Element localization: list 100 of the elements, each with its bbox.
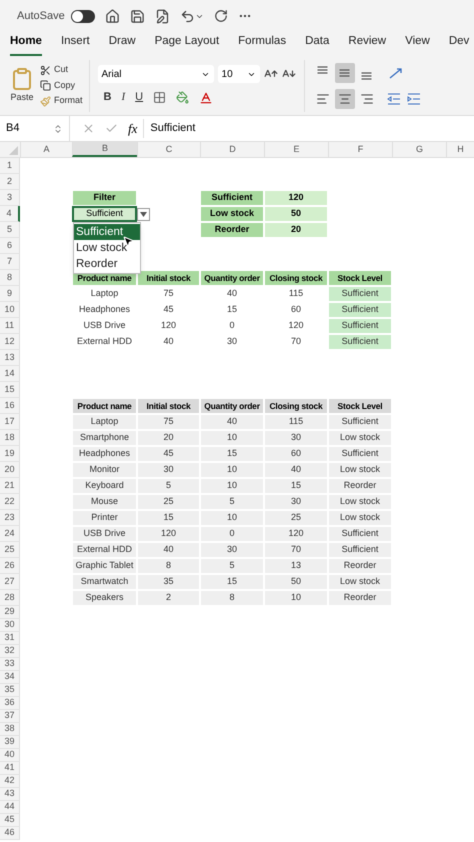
font-size-field[interactable]: 10 [218, 65, 260, 84]
column-header[interactable]: B [72, 142, 137, 157]
table-cell: Printer [72, 510, 137, 526]
column-header[interactable]: D [200, 142, 264, 157]
row-header[interactable]: 15 [0, 382, 20, 398]
row-header[interactable]: 26 [0, 558, 20, 574]
column-header[interactable]: H [446, 142, 474, 157]
column-header[interactable]: E [264, 142, 328, 157]
row-header[interactable]: 27 [0, 574, 20, 590]
row-header[interactable]: 17 [0, 414, 20, 430]
row-header[interactable]: 32 [0, 645, 20, 658]
row-header[interactable]: 31 [0, 632, 20, 645]
name-box[interactable]: B4 [0, 116, 70, 141]
row-header[interactable]: 21 [0, 478, 20, 494]
paste-button[interactable]: Paste [10, 66, 34, 104]
row-header[interactable]: 2 [0, 174, 20, 190]
increase-indent-icon[interactable] [406, 92, 421, 104]
fill-color-icon[interactable] [176, 91, 190, 104]
font-name-field[interactable]: Arial [98, 65, 214, 84]
row-header[interactable]: 41 [0, 762, 20, 775]
save-as-icon[interactable] [154, 8, 170, 24]
format-painter-button[interactable]: Format [40, 94, 83, 108]
bold-button[interactable]: B [104, 89, 112, 106]
row-header[interactable]: 34 [0, 671, 20, 684]
dropdown-option[interactable]: Reorder [74, 256, 140, 272]
row-header[interactable]: 40 [0, 749, 20, 762]
row-header[interactable]: 33 [0, 658, 20, 671]
ribbon-tab[interactable]: Insert [60, 32, 90, 56]
column-header[interactable]: C [137, 142, 200, 157]
home-icon[interactable] [104, 8, 120, 24]
redo-icon[interactable] [214, 9, 228, 23]
italic-button[interactable]: I [121, 89, 126, 106]
row-header[interactable]: 16 [0, 398, 20, 414]
row-header[interactable]: 20 [0, 462, 20, 478]
row-header[interactable]: 25 [0, 542, 20, 558]
row-header[interactable]: 45 [0, 814, 20, 827]
ribbon-tab[interactable]: View [405, 32, 430, 56]
underline-button[interactable]: U [135, 89, 144, 106]
borders-icon[interactable] [153, 91, 166, 104]
row-header[interactable]: 30 [0, 619, 20, 632]
row-header[interactable]: 13 [0, 350, 20, 366]
column-header[interactable]: F [328, 142, 392, 157]
row-header[interactable]: 35 [0, 684, 20, 697]
filter-cell[interactable]: Sufficient [72, 206, 137, 222]
row-header[interactable]: 18 [0, 430, 20, 446]
row-header[interactable]: 19 [0, 446, 20, 462]
table-cell: 30 [137, 462, 200, 478]
row-header[interactable]: 4 [0, 206, 20, 222]
summary-label-cell: Low stock [200, 206, 264, 222]
row-header[interactable]: 23 [0, 510, 20, 526]
ribbon-tab[interactable]: Page Layout [154, 32, 220, 56]
table-cell: 60 [264, 446, 328, 462]
ribbon-tab[interactable]: Formulas [238, 32, 286, 56]
row-header[interactable]: 36 [0, 697, 20, 710]
table-cell: Low stock [328, 574, 392, 590]
autosave-toggle[interactable] [70, 10, 95, 22]
table-cell: Speakers [72, 590, 137, 606]
copy-button[interactable]: Copy [40, 78, 83, 92]
row-header[interactable]: 42 [0, 775, 20, 788]
cut-button[interactable]: Cut [40, 63, 83, 77]
row-header[interactable]: 14 [0, 366, 20, 382]
row-header[interactable]: 38 [0, 723, 20, 736]
decrease-indent-icon[interactable] [386, 92, 401, 104]
row-header[interactable]: 11 [0, 318, 20, 334]
row-header[interactable]: 12 [0, 334, 20, 350]
row-header[interactable]: 43 [0, 788, 20, 801]
ribbon-tab[interactable]: Dev [448, 32, 470, 56]
row-header[interactable]: 22 [0, 494, 20, 510]
row-header[interactable]: 1 [0, 158, 20, 174]
row-header[interactable]: 29 [0, 606, 20, 619]
formula-field[interactable]: Sufficient [150, 120, 196, 137]
row-header[interactable]: 37 [0, 710, 20, 723]
undo-icon[interactable] [180, 8, 195, 24]
dropdown-option[interactable]: Sufficient [74, 224, 140, 240]
font-color-icon[interactable] [199, 90, 214, 104]
column-header[interactable]: G [392, 142, 446, 157]
dropdown-option[interactable]: Low stock [74, 240, 140, 256]
save-icon[interactable] [130, 8, 145, 24]
row-header[interactable]: 3 [0, 190, 20, 206]
ribbon-tab[interactable]: Review [348, 32, 386, 56]
row-header[interactable]: 10 [0, 302, 20, 318]
dropdown-button[interactable] [137, 208, 150, 220]
row-header[interactable]: 28 [0, 590, 20, 606]
row-header[interactable]: 8 [0, 270, 20, 286]
row-header[interactable]: 5 [0, 222, 20, 238]
horizontal-align-button[interactable] [334, 88, 355, 108]
row-header[interactable]: 6 [0, 238, 20, 254]
row-header[interactable]: 46 [0, 827, 20, 840]
row-header[interactable]: 7 [0, 254, 20, 270]
function-button[interactable]: fx [128, 118, 144, 138]
row-header[interactable]: 24 [0, 526, 20, 542]
table-cell: 8 [137, 558, 200, 574]
table-cell: 120 [264, 526, 328, 542]
table-cell: 120 [137, 526, 200, 542]
row-header[interactable]: 44 [0, 801, 20, 814]
ribbon-tab[interactable]: Data [305, 32, 330, 56]
row-header[interactable]: 9 [0, 286, 20, 302]
row-header[interactable]: 39 [0, 736, 20, 749]
vertical-align-button[interactable] [334, 62, 355, 82]
ribbon-tab[interactable]: Draw [108, 32, 136, 56]
